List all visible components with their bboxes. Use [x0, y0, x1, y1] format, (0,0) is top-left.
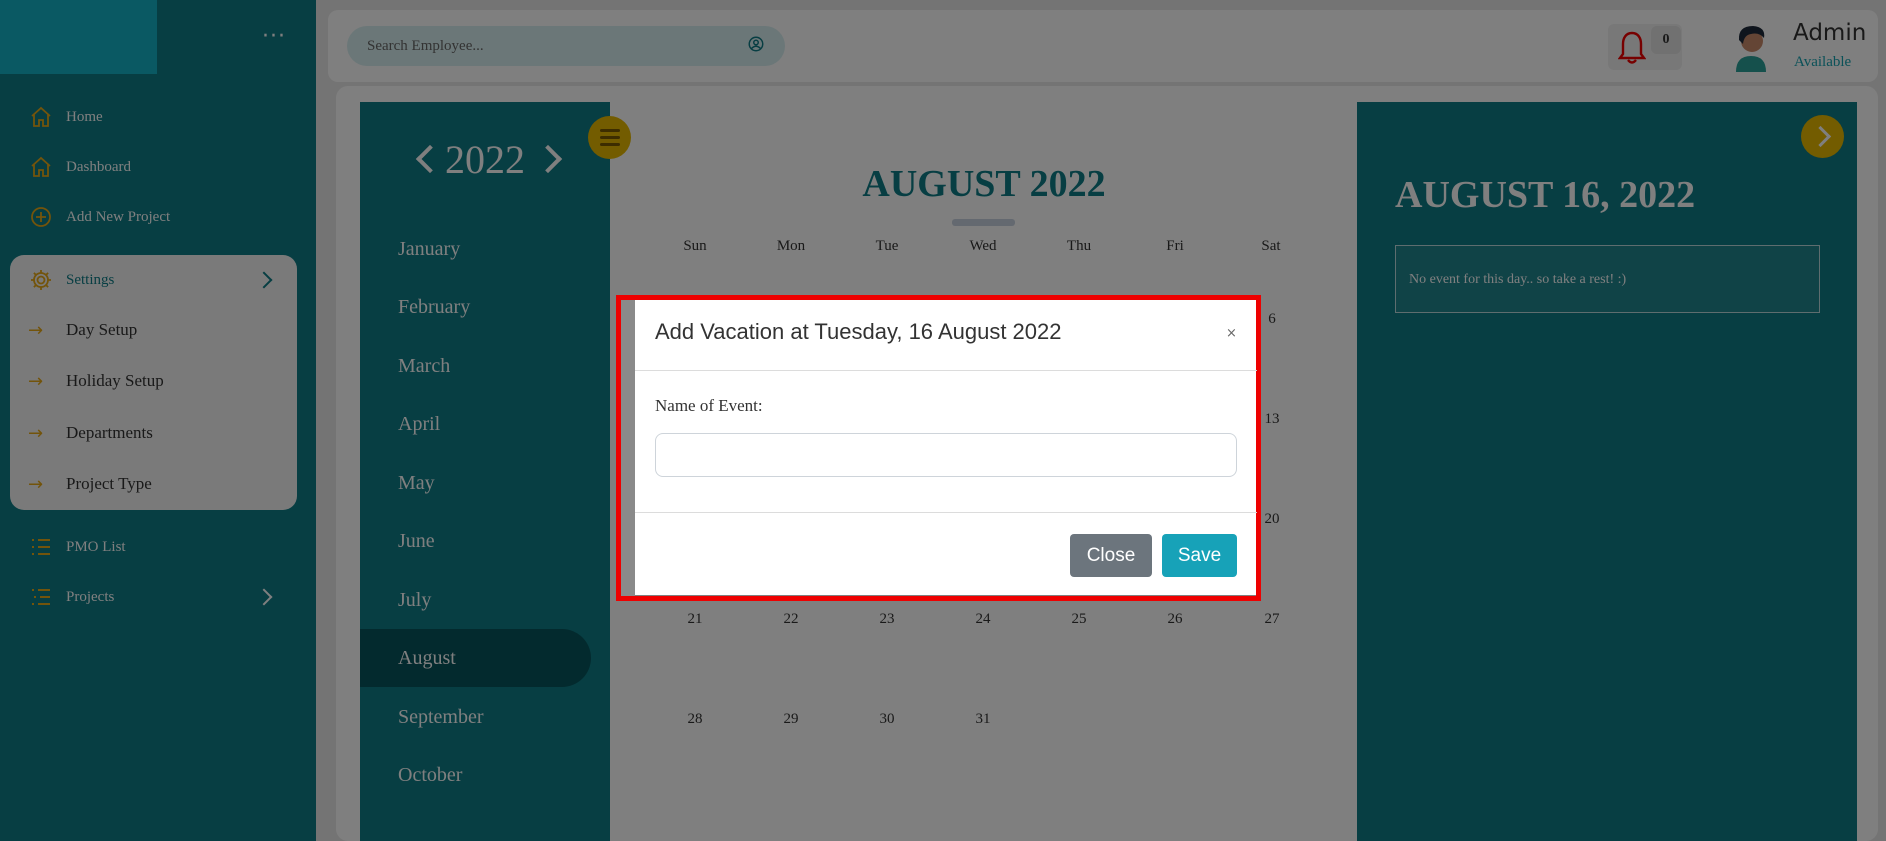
event-name-input[interactable]	[655, 433, 1237, 477]
save-button[interactable]: Save	[1162, 534, 1237, 577]
event-name-label: Name of Event:	[655, 396, 763, 415]
close-button[interactable]: Close	[1070, 534, 1152, 577]
divider	[635, 370, 1257, 371]
modal-title: Add Vacation at Tuesday, 16 August 2022	[655, 319, 1062, 344]
divider	[635, 512, 1257, 513]
close-icon[interactable]: ×	[1226, 326, 1237, 341]
